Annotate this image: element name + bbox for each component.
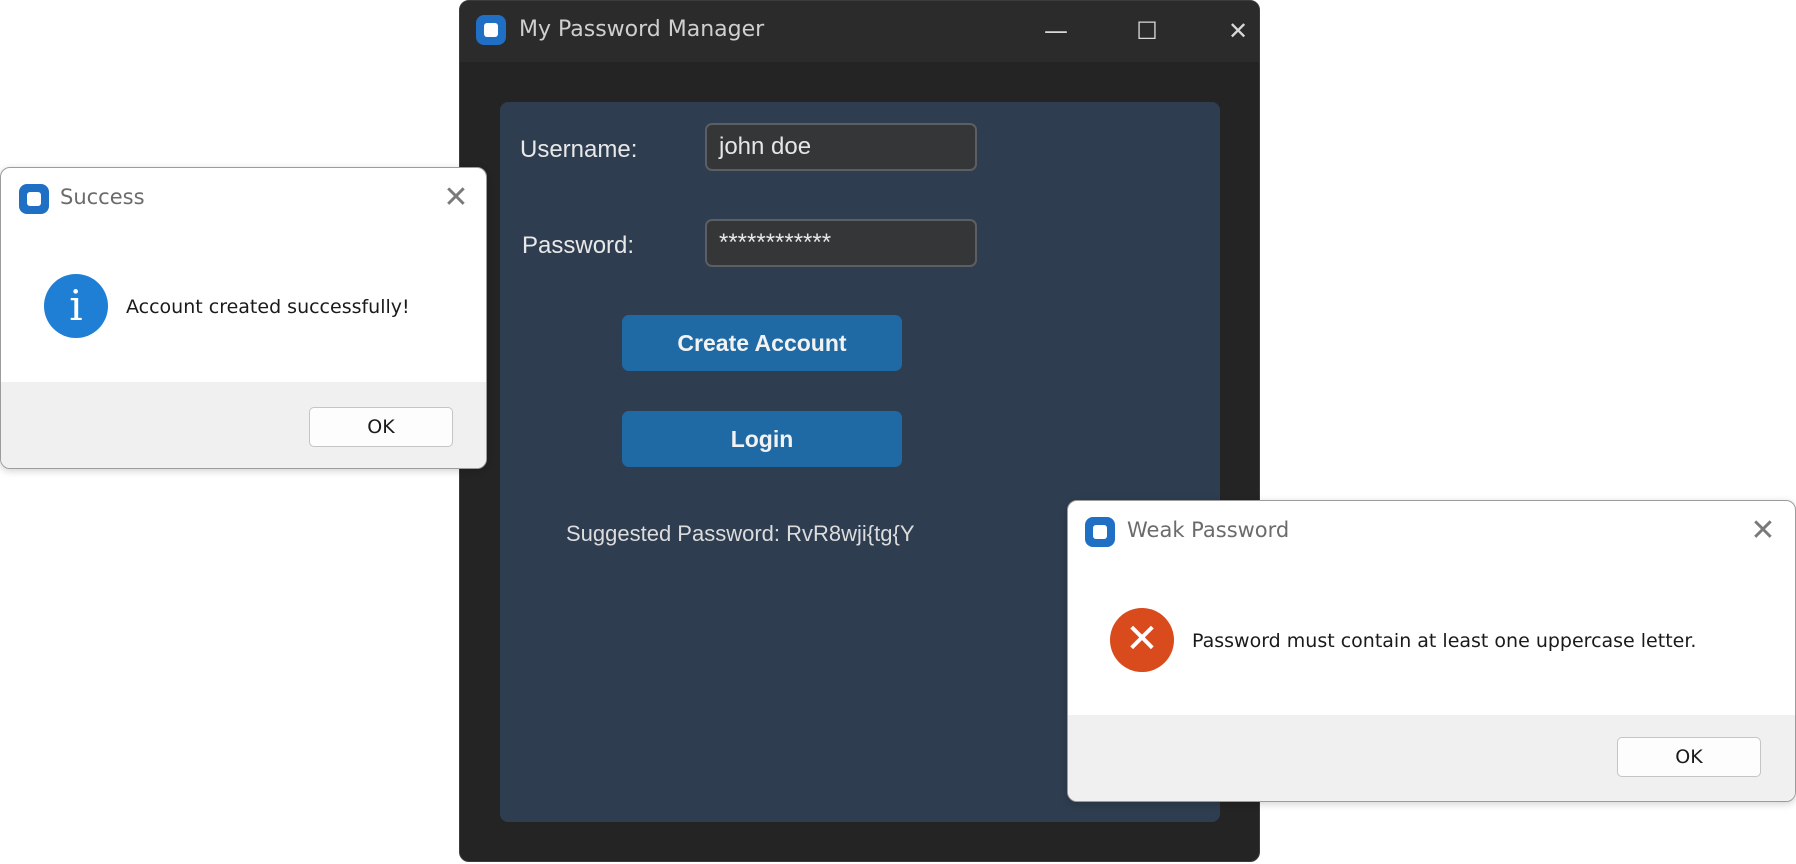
- username-label: Username:: [520, 136, 638, 163]
- minimize-button[interactable]: —: [1032, 11, 1080, 51]
- weak-password-dialog: Weak Password ✕ ✕ Password must contain …: [1067, 500, 1796, 802]
- ok-button[interactable]: OK: [309, 407, 453, 447]
- create-account-button[interactable]: Create Account: [622, 315, 902, 371]
- dialog-message: Account created successfully!: [126, 296, 410, 318]
- close-icon[interactable]: ✕: [1743, 511, 1783, 551]
- success-dialog: Success ✕ i Account created successfully…: [0, 167, 487, 469]
- login-button[interactable]: Login: [622, 411, 902, 467]
- window-title: My Password Manager: [519, 17, 765, 42]
- close-icon[interactable]: ✕: [436, 178, 476, 218]
- dialog-title: Success: [60, 185, 145, 209]
- dialog-title: Weak Password: [1127, 518, 1290, 542]
- close-button[interactable]: ✕: [1214, 11, 1262, 51]
- app-icon: [19, 184, 49, 214]
- app-icon: [1085, 517, 1115, 547]
- dialog-footer: OK: [1, 382, 486, 468]
- password-field[interactable]: ************: [705, 219, 977, 267]
- password-label: Password:: [522, 232, 635, 259]
- app-icon: [476, 15, 506, 45]
- titlebar[interactable]: My Password Manager — ☐ ✕: [460, 1, 1259, 62]
- maximize-button[interactable]: ☐: [1123, 11, 1171, 51]
- error-icon: ✕: [1110, 608, 1174, 672]
- dialog-footer: OK: [1068, 715, 1795, 801]
- username-field[interactable]: john doe: [705, 123, 977, 171]
- ok-button[interactable]: OK: [1617, 737, 1761, 777]
- dialog-message: Password must contain at least one upper…: [1192, 630, 1697, 652]
- info-icon: i: [44, 274, 108, 338]
- suggested-password-text: Suggested Password: RvR8wji{tg{Y: [566, 521, 915, 546]
